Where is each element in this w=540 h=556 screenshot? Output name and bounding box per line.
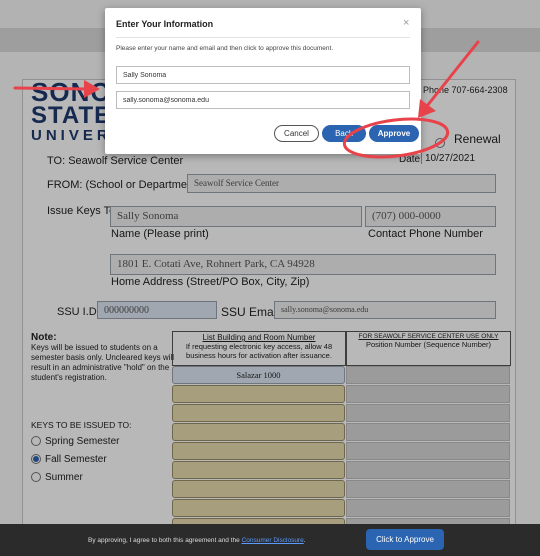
click-to-approve-button[interactable]: Click to Approve	[366, 529, 444, 550]
right-arrow-line	[425, 40, 480, 108]
agreement-text: By approving, I agree to both this agree…	[88, 537, 306, 544]
right-arrow-head	[418, 99, 436, 118]
consumer-disclosure-link[interactable]: Consumer Disclosure	[242, 537, 304, 544]
left-arrow-head	[84, 80, 100, 98]
agreement-prefix: By approving, I agree to both this agree…	[88, 537, 242, 544]
approval-footer: By approving, I agree to both this agree…	[0, 524, 540, 556]
agreement-suffix: .	[303, 537, 306, 544]
left-arrow-line	[13, 86, 90, 91]
annotation-overlay	[13, 40, 480, 159]
highlight-circle	[342, 117, 450, 159]
